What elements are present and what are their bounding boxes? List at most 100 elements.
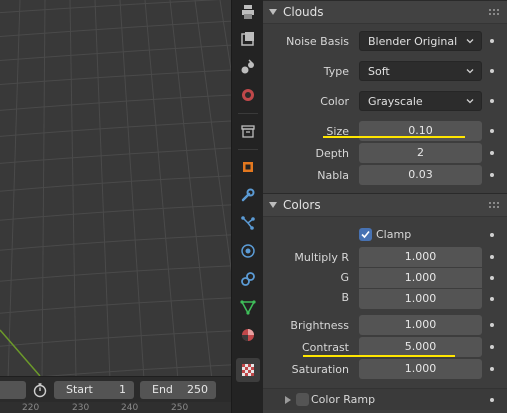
ruler-tick: 230 [72, 403, 90, 413]
object-tab[interactable] [236, 155, 260, 179]
particles-icon [241, 216, 255, 230]
keyframe-dot[interactable] [490, 276, 494, 280]
multiply-b-field[interactable]: 1.000 [359, 289, 482, 309]
collection-tab[interactable] [236, 119, 260, 143]
keyframe-dot[interactable] [490, 151, 494, 155]
color-ramp-checkbox[interactable] [296, 393, 309, 406]
keyframe-dot[interactable] [490, 173, 494, 177]
depth-field[interactable]: 2 [359, 143, 482, 163]
printer-icon [242, 5, 254, 19]
tool-tab[interactable] [236, 0, 260, 24]
playback-field[interactable] [0, 381, 26, 399]
particles-tab[interactable] [236, 211, 260, 235]
3d-viewport[interactable] [0, 0, 231, 376]
contrast-highlight-underline [303, 355, 455, 357]
render-tab[interactable] [236, 27, 260, 51]
chevron-down-icon [466, 39, 474, 44]
noise-basis-label: Noise Basis [286, 35, 349, 48]
multiply-r-label: Multiply R [294, 251, 349, 264]
constraints-tab[interactable] [236, 267, 260, 291]
timeline-header: Start 1 End 250 [0, 376, 231, 402]
collection-box-icon [241, 125, 255, 138]
world-icon [242, 89, 254, 101]
clamp-checkbox[interactable] [359, 228, 372, 241]
expand-triangle-icon [285, 396, 291, 404]
brightness-label: Brightness [290, 319, 349, 332]
depth-label: Depth [315, 147, 349, 160]
keyframe-dot[interactable] [490, 99, 494, 103]
properties-tab-strip [231, 0, 263, 413]
collapse-triangle-icon [269, 202, 277, 208]
clouds-panel-title: Clouds [283, 5, 324, 19]
multiply-r-field[interactable]: 1.000 [359, 247, 482, 267]
color-label: Color [320, 95, 349, 108]
output-icon [241, 59, 254, 74]
size-highlight-underline [323, 136, 465, 138]
nabla-field[interactable]: 0.03 [359, 165, 482, 185]
noise-basis-value: Blender Original [368, 35, 458, 48]
clamp-label: Clamp [376, 228, 412, 241]
drag-grip-icon[interactable] [489, 202, 501, 211]
keyframe-dot[interactable] [490, 69, 494, 73]
color-value: Grayscale [368, 95, 423, 108]
frame-end-value: 250 [187, 383, 208, 396]
noise-basis-dropdown[interactable]: Blender Original [359, 31, 482, 51]
stopwatch-icon[interactable] [32, 382, 48, 398]
keyframe-dot[interactable] [490, 398, 494, 402]
ruler-tick: 250 [171, 403, 189, 413]
object-icon [243, 162, 253, 172]
brightness-field[interactable]: 1.000 [359, 315, 482, 335]
type-value: Soft [368, 65, 390, 78]
contrast-label: Contrast [301, 341, 349, 354]
chevron-down-icon [466, 69, 474, 74]
color-ramp-label: Color Ramp [311, 393, 376, 406]
colors-panel-title: Colors [283, 198, 321, 212]
chevron-down-icon [466, 99, 474, 104]
ruler-tick: 240 [121, 403, 139, 413]
timeline-ruler[interactable]: 220 230 240 250 [0, 402, 231, 413]
clouds-panel-header[interactable]: Clouds [263, 0, 507, 24]
keyframe-dot[interactable] [490, 39, 494, 43]
wrench-icon [241, 188, 255, 202]
material-tab[interactable] [236, 323, 260, 347]
color-dropdown[interactable]: Grayscale [359, 91, 482, 111]
world-tab[interactable] [236, 83, 260, 107]
keyframe-dot[interactable] [490, 129, 494, 133]
constraint-icon [241, 272, 255, 286]
keyframe-dot[interactable] [490, 323, 494, 327]
color-ramp-subpanel-header[interactable]: Color Ramp [263, 388, 507, 410]
keyframe-dot[interactable] [490, 367, 494, 371]
texture-tab[interactable] [236, 358, 260, 382]
drag-grip-icon[interactable] [489, 9, 501, 18]
contrast-field[interactable]: 5.000 [359, 337, 482, 357]
frame-end-label: End [152, 383, 173, 396]
multiply-b-label: B [341, 291, 349, 304]
saturation-field[interactable]: 1.000 [359, 359, 482, 379]
size-field[interactable]: 0.10 [359, 121, 482, 141]
frame-end-field[interactable]: End 250 [140, 381, 216, 399]
keyframe-dot[interactable] [490, 345, 494, 349]
output-tab[interactable] [236, 55, 260, 79]
texture-checker-icon [242, 364, 254, 376]
frame-start-field[interactable]: Start 1 [54, 381, 134, 399]
data-tab[interactable] [236, 295, 260, 319]
material-icon [242, 329, 254, 341]
multiply-g-label: G [340, 271, 349, 284]
colors-panel-header[interactable]: Colors [263, 193, 507, 217]
mesh-data-icon [240, 300, 256, 315]
render-icon [241, 32, 254, 46]
frame-start-value: 1 [119, 383, 126, 396]
physics-tab[interactable] [236, 239, 260, 263]
frame-start-label: Start [66, 383, 93, 396]
modifier-tab[interactable] [236, 183, 260, 207]
nabla-label: Nabla [317, 169, 349, 182]
viewport-grid [0, 0, 231, 376]
multiply-g-field[interactable]: 1.000 [359, 268, 482, 288]
checkmark-icon [361, 230, 370, 239]
keyframe-dot[interactable] [490, 233, 494, 237]
type-dropdown[interactable]: Soft [359, 61, 482, 81]
keyframe-dot[interactable] [490, 255, 494, 259]
keyframe-dot[interactable] [490, 297, 494, 301]
properties-editor: Clouds Noise Basis Blender Original Type… [263, 0, 507, 413]
collapse-triangle-icon [269, 9, 277, 15]
